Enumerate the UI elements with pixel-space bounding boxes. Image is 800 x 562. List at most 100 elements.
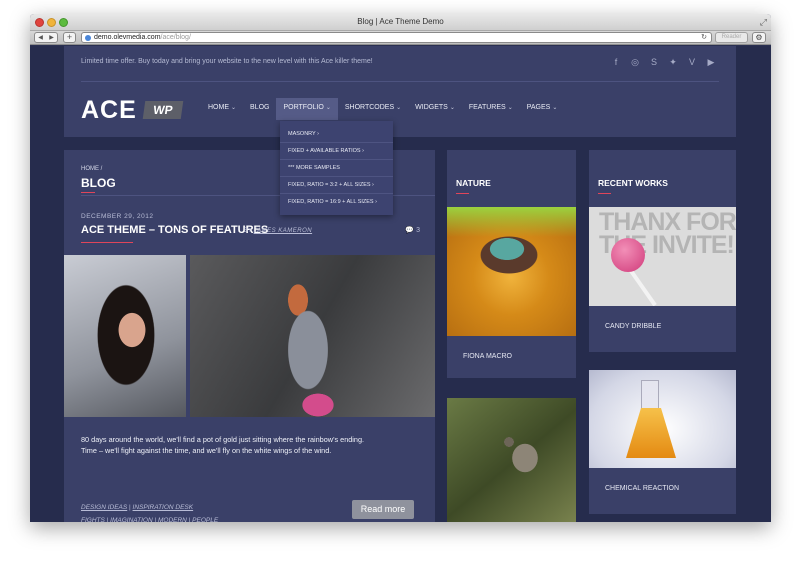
browser-toolbar: ◀ ▶ + demo.olevmedia.com/ace/blog/ ↻ Rea…	[30, 31, 771, 45]
recent-works-widget: RECENT WORKS THANX FOR THE INVITE! CANDY…	[589, 150, 736, 522]
flask-body	[626, 408, 676, 458]
reader-button[interactable]: Reader	[715, 32, 748, 43]
social-links: f ◎ S ✦ V ▶	[611, 57, 716, 68]
site-globe-icon	[85, 35, 91, 41]
post-image-woman-portrait[interactable]	[64, 255, 186, 417]
by-label: BY	[244, 228, 252, 234]
post-date: DECEMBER 29, 2012	[81, 213, 154, 220]
youtube-icon[interactable]: ▶	[706, 57, 716, 68]
chevron-down-icon: ⌄	[449, 105, 455, 111]
widget-accent	[456, 193, 469, 194]
nav-item-widgets[interactable]: WIDGETS ⌄	[408, 98, 462, 120]
back-arrow-icon[interactable]: ◀	[38, 34, 43, 41]
nav-label: PORTFOLIO	[283, 104, 324, 111]
page-title: BLOG	[81, 176, 116, 190]
address-bar[interactable]: demo.olevmedia.com/ace/blog/ ↻	[81, 32, 712, 43]
post-title[interactable]: ACE THEME – TONS OF FEATURES	[81, 224, 268, 236]
back-forward-buttons[interactable]: ◀ ▶	[34, 32, 58, 43]
title-accent	[81, 192, 95, 193]
url-host: demo.olevmedia.com	[94, 34, 161, 41]
title-bar: Blog | Ace Theme Demo ⤢	[30, 14, 771, 31]
chevron-down-icon: ⌄	[231, 105, 237, 111]
nav-item-features[interactable]: FEATURES ⌄	[462, 98, 520, 120]
header-divider	[81, 81, 719, 82]
tag-link[interactable]: PEOPLE	[192, 517, 218, 522]
twitter-icon[interactable]: ✦	[668, 57, 678, 68]
dropdown-item[interactable]: *** MORE SAMPLES	[280, 160, 393, 177]
nature-caption-box: FIONA MACRO	[447, 336, 576, 378]
post-byline: BY JAMES KAMERON	[244, 228, 312, 234]
chevron-down-icon: ⌄	[396, 105, 402, 111]
nature-widget: NATURE FIONA MACRO	[447, 150, 576, 522]
nav-item-portfolio[interactable]: PORTFOLIO ⌄	[276, 98, 338, 120]
recent-works-title: RECENT WORKS	[598, 178, 668, 188]
nav-item-blog[interactable]: BLOG	[243, 98, 276, 120]
widget-accent	[598, 193, 611, 194]
recent-work-title-2[interactable]: CHEMICAL REACTION	[605, 485, 679, 492]
nav-label: SHORTCODES	[344, 104, 395, 111]
chevron-down-icon: ⌄	[325, 105, 331, 111]
recent-work-caption-2: CHEMICAL REACTION	[589, 468, 736, 514]
browser-window: Blog | Ace Theme Demo ⤢ ◀ ▶ + demo.olevm…	[30, 14, 771, 522]
recent-works-header: RECENT WORKS	[589, 150, 736, 207]
recent-work-title-1[interactable]: CANDY DRIBBLE	[605, 323, 661, 330]
chevron-down-icon: ⌄	[552, 105, 558, 111]
dribbble-icon[interactable]: ◎	[630, 57, 640, 68]
breadcrumb[interactable]: HOME /	[81, 166, 102, 172]
dropdown-item[interactable]: FIXED, RATIO = 16:9 + ALL SIZES ›	[280, 194, 393, 210]
nature-widget-header: NATURE	[447, 150, 576, 207]
nav-item-home[interactable]: HOME ⌄	[201, 98, 243, 120]
forward-arrow-icon[interactable]: ▶	[49, 34, 54, 41]
lollipop	[611, 238, 645, 272]
tag-link[interactable]: FIGHTS	[81, 517, 105, 522]
flask-neck	[641, 380, 659, 410]
recent-work-image-candy[interactable]: THANX FOR THE INVITE!	[589, 207, 736, 306]
chevron-down-icon: ⌄	[507, 105, 513, 111]
site-header: Limited time offer. Buy today and bring …	[64, 46, 736, 137]
category-link[interactable]: DESIGN IDEAS	[81, 504, 127, 511]
dropdown-item[interactable]: FIXED, RATIO = 3:2 + ALL SIZES ›	[280, 177, 393, 194]
site-logo[interactable]: ACE	[81, 96, 137, 125]
post-tags: FIGHTS | IMAGINATION | MODERN | PEOPLE	[81, 517, 218, 522]
post-image-woman-fighting[interactable]	[190, 255, 435, 417]
logo-badge[interactable]: WP	[142, 101, 184, 119]
post-author-link[interactable]: JAMES KAMERON	[254, 228, 313, 234]
skype-icon[interactable]: S	[649, 57, 659, 68]
nav-label: BLOG	[250, 104, 270, 111]
gear-icon[interactable]: ⚙	[752, 32, 766, 43]
url-path: /ace/blog/	[160, 34, 191, 41]
comment-count[interactable]: 💬 3	[405, 226, 420, 234]
post-excerpt: 80 days around the world, we'll find a p…	[81, 435, 365, 455]
reload-icon[interactable]: ↻	[701, 33, 707, 42]
dropdown-item[interactable]: FIXED + AVAILABLE RATIOS ›	[280, 143, 393, 160]
window-title: Blog | Ace Theme Demo	[357, 17, 444, 26]
facebook-icon[interactable]: f	[611, 57, 621, 68]
nav-label: HOME	[208, 104, 229, 111]
main-nav: HOME ⌄ BLOG PORTFOLIO ⌄ SHORTCODES ⌄ WIDGETS ⌄ FE…	[201, 98, 564, 120]
lollipop-stick	[629, 269, 657, 306]
read-more-button[interactable]: Read more	[352, 500, 414, 519]
nature-image-fly-macro[interactable]	[447, 207, 576, 336]
recent-work-image-flask[interactable]	[589, 370, 736, 468]
nav-label: FEATURES	[468, 104, 506, 111]
vimeo-icon[interactable]: V	[687, 57, 697, 68]
recent-work-caption-1: CANDY DRIBBLE	[589, 306, 736, 352]
category-link[interactable]: INSPIRATION DESK	[133, 504, 194, 511]
promo-text: Limited time offer. Buy today and bring …	[81, 58, 373, 65]
fullscreen-icon[interactable]: ⤢	[760, 17, 767, 28]
post-categories: DESIGN IDEAS | INSPIRATION DESK	[81, 504, 193, 511]
nav-item-pages[interactable]: PAGES ⌄	[520, 98, 565, 120]
nature-image-lemur[interactable]	[447, 398, 576, 522]
nature-caption[interactable]: FIONA MACRO	[463, 353, 512, 360]
nav-label: PAGES	[526, 104, 551, 111]
portfolio-dropdown: MASONRY › FIXED + AVAILABLE RATIOS › *** M…	[280, 121, 393, 215]
new-tab-button[interactable]: +	[63, 32, 76, 43]
web-page: Limited time offer. Buy today and bring …	[30, 46, 771, 522]
post-title-accent	[81, 242, 133, 243]
tag-link[interactable]: IMAGINATION	[110, 517, 153, 522]
dropdown-item[interactable]: MASONRY ›	[280, 126, 393, 143]
tag-link[interactable]: MODERN	[158, 517, 187, 522]
comment-bubble-icon: 💬	[405, 227, 415, 234]
nature-widget-title: NATURE	[456, 178, 491, 188]
nav-item-shortcodes[interactable]: SHORTCODES ⌄	[338, 98, 408, 120]
